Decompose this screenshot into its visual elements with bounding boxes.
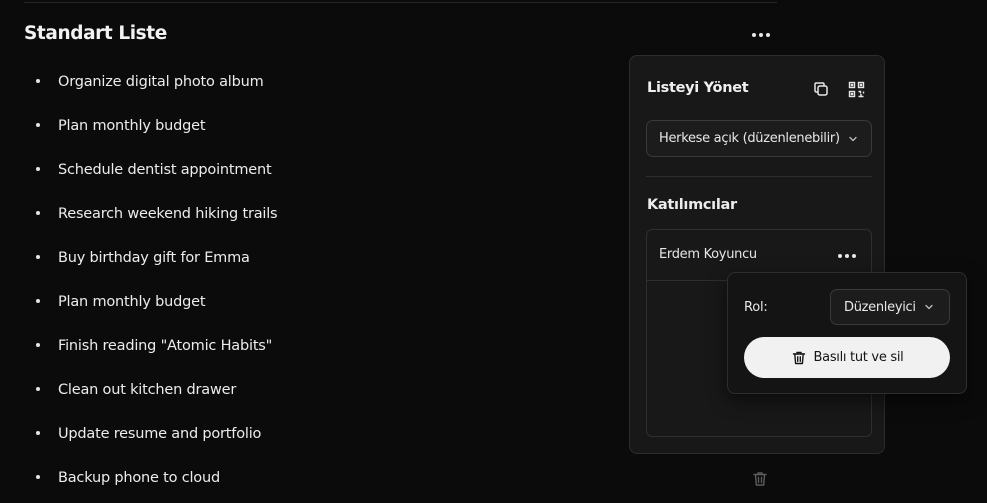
list-view: Standart Liste Organize digital photo al… (0, 0, 987, 503)
list-item[interactable]: Schedule dentist appointment (0, 149, 620, 193)
participant-role-popover: Rol: Düzenleyici Basılı tut ve sil (727, 272, 967, 394)
bullet-icon (36, 299, 40, 303)
list-item-text: Finish reading "Atomic Habits" (58, 338, 273, 354)
list-title: Standart Liste (24, 23, 167, 44)
trash-icon (753, 472, 767, 486)
copy-link-button[interactable] (810, 78, 832, 100)
bullet-icon (36, 255, 40, 259)
list-item-text: Buy birthday gift for Emma (58, 250, 250, 266)
more-horizontal-icon (752, 33, 756, 37)
list-item[interactable]: Plan monthly budget (0, 281, 620, 325)
qr-code-button[interactable] (845, 78, 867, 100)
list-item[interactable]: Plan monthly budget (0, 105, 620, 149)
chevron-down-icon (925, 304, 933, 310)
bullet-icon (36, 167, 40, 171)
list-item-text: Organize digital photo album (58, 74, 264, 90)
manage-list-panel: Listeyi Yönet Herkese açık (düzenlenebil… (629, 55, 885, 454)
qr-code-icon (848, 81, 864, 97)
participant-more-button[interactable] (834, 245, 860, 267)
bullet-icon (36, 431, 40, 435)
visibility-value: Herkese açık (düzenlenebilir) (659, 131, 840, 146)
bullet-icon (36, 387, 40, 391)
todo-list: Organize digital photo album Plan monthl… (0, 61, 620, 501)
role-select[interactable]: Düzenleyici (830, 289, 950, 325)
list-item[interactable]: Organize digital photo album (0, 61, 620, 105)
top-divider (24, 2, 777, 3)
list-more-button[interactable] (745, 24, 777, 46)
hold-to-delete-button[interactable]: Basılı tut ve sil (744, 337, 950, 378)
list-item[interactable]: Finish reading "Atomic Habits" (0, 325, 620, 369)
list-item[interactable]: Research weekend hiking trails (0, 193, 620, 237)
trash-icon (792, 351, 805, 364)
list-item-text: Schedule dentist appointment (58, 162, 272, 178)
participants-title: Katılımcılar (647, 197, 737, 213)
bullet-icon (36, 343, 40, 347)
visibility-select[interactable]: Herkese açık (düzenlenebilir) (646, 120, 872, 157)
bullet-icon (36, 211, 40, 215)
list-item-text: Clean out kitchen drawer (58, 382, 237, 398)
bullet-icon (36, 123, 40, 127)
panel-title: Listeyi Yönet (647, 80, 749, 96)
list-item[interactable]: Backup phone to cloud (0, 457, 620, 501)
role-label: Rol: (744, 300, 768, 315)
participant-name: Erdem Koyuncu (659, 247, 757, 262)
chevron-down-icon (849, 136, 857, 142)
delete-label: Basılı tut ve sil (813, 350, 904, 365)
list-item-text: Research weekend hiking trails (58, 206, 278, 222)
list-item-text: Backup phone to cloud (58, 470, 220, 486)
bullet-icon (36, 79, 40, 83)
delete-item-button[interactable] (751, 470, 769, 488)
list-item-text: Update resume and portfolio (58, 426, 262, 442)
list-item-text: Plan monthly budget (58, 294, 206, 310)
more-horizontal-icon (838, 254, 842, 258)
list-item[interactable]: Clean out kitchen drawer (0, 369, 620, 413)
list-item[interactable]: Update resume and portfolio (0, 413, 620, 457)
bullet-icon (36, 475, 40, 479)
list-item[interactable]: Buy birthday gift for Emma (0, 237, 620, 281)
copy-icon (814, 82, 828, 96)
list-item-text: Plan monthly budget (58, 118, 206, 134)
panel-divider (646, 176, 872, 177)
role-value: Düzenleyici (844, 299, 916, 315)
